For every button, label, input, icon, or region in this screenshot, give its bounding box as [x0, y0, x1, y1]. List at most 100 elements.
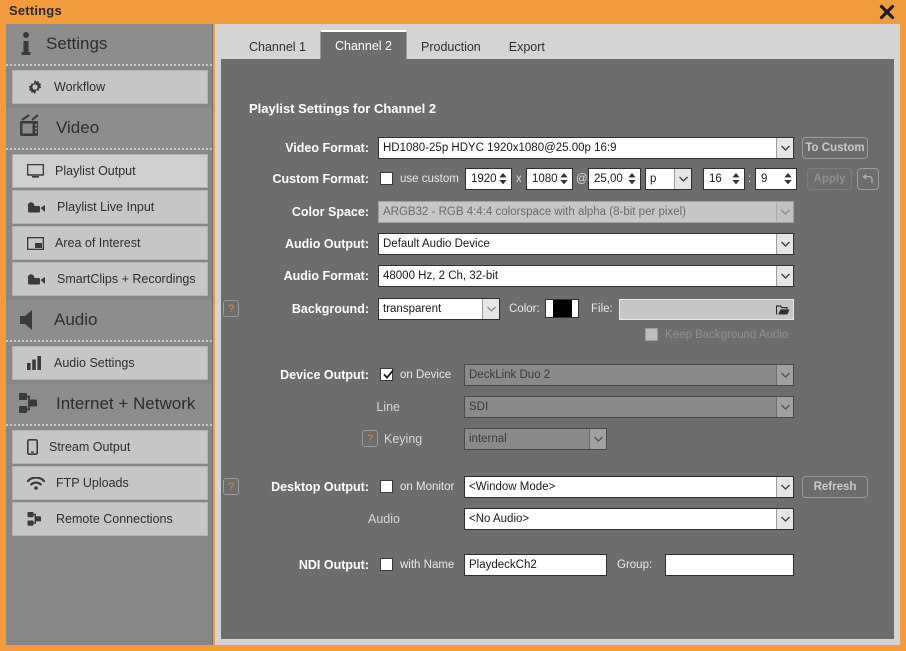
custom-fps-stepper[interactable]: 25,00: [588, 168, 641, 190]
ndi-group-label: Group:: [617, 559, 653, 571]
sidebar-item-stream-output[interactable]: Stream Output: [12, 430, 208, 464]
revert-arrow-icon[interactable]: [857, 168, 879, 190]
frame-icon: [27, 236, 44, 250]
custom-height-stepper[interactable]: 1080: [526, 168, 573, 190]
audio-output-combo[interactable]: Default Audio Device: [378, 233, 794, 255]
device-keying-label: Keying: [384, 432, 423, 446]
color-space-combo[interactable]: ARGB32 - RGB 4:4:4 colorspace with alpha…: [378, 201, 794, 223]
tab-production[interactable]: Production: [407, 34, 495, 59]
ndi-group-input[interactable]: [665, 554, 794, 576]
tab-export[interactable]: Export: [495, 34, 559, 59]
check-icon: [383, 369, 394, 379]
ndi-output-label: NDI Output:: [298, 558, 369, 572]
audio-format-value: 48000 Hz, 2 Ch, 32-bit: [383, 270, 499, 282]
use-custom-checkbox[interactable]: [380, 172, 393, 185]
network-icon: [18, 391, 44, 417]
audio-format-label: Audio Format:: [283, 269, 369, 283]
sidebar-item-label: SmartClips + Recordings: [57, 272, 196, 286]
row-keep-background-audio: Keep Background Audio: [221, 324, 894, 346]
to-custom-button[interactable]: To Custom: [802, 137, 868, 159]
stepper-arrows-icon[interactable]: [730, 169, 744, 189]
camera-icon: [27, 201, 46, 214]
sidebar-item-playlist-live-input[interactable]: Playlist Live Input: [12, 190, 208, 224]
speaker-icon: [18, 309, 42, 331]
row-device-output: Device Output: on Device DeckLink Duo 2: [221, 364, 894, 386]
tv-icon: [18, 114, 44, 142]
row-audio-format: Audio Format: 48000 Hz, 2 Ch, 32-bit: [221, 265, 894, 287]
custom-fps-value: 25,00: [594, 173, 623, 185]
sidebar-item-audio-settings[interactable]: Audio Settings: [12, 346, 208, 380]
monitor-icon: [27, 164, 44, 178]
info-icon: [18, 31, 34, 57]
help-icon[interactable]: ?: [362, 430, 378, 447]
ndi-name-input[interactable]: PlaydeckCh2: [464, 554, 607, 576]
row-device-keying: ? Keying internal: [221, 428, 894, 450]
monitor-combo[interactable]: <Window Mode>: [464, 476, 794, 498]
folder-open-icon[interactable]: [776, 304, 790, 316]
page-title: Playlist Settings for Channel 2: [249, 101, 437, 116]
color-swatch-fill: [553, 300, 572, 317]
rate-separator: @: [576, 173, 588, 185]
keep-background-audio-checkbox[interactable]: [645, 328, 658, 341]
row-background: ? Background: transparent Color: File:: [221, 298, 894, 320]
stepper-arrows-icon[interactable]: [558, 169, 572, 189]
sidebar-group-audio: Audio: [6, 300, 212, 342]
sidebar-item-label: Area of Interest: [55, 236, 141, 250]
sidebar-item-area-of-interest[interactable]: Area of Interest: [12, 226, 208, 260]
tab-channel-2[interactable]: Channel 2: [320, 30, 407, 59]
device-keying-value: internal: [469, 433, 507, 445]
device-combo[interactable]: DeckLink Duo 2: [464, 364, 794, 386]
sidebar-item-label: Workflow: [54, 80, 106, 94]
custom-scan-combo[interactable]: p: [645, 168, 692, 190]
sidebar-item-label: Remote Connections: [56, 512, 173, 526]
panel-inner: Channel 1 Channel 2 Production Export Pl…: [221, 30, 894, 639]
row-ndi-output: NDI Output: with Name PlaydeckCh2 Group:: [221, 554, 894, 576]
refresh-button[interactable]: Refresh: [802, 476, 868, 498]
help-icon[interactable]: ?: [223, 478, 239, 495]
sidebar-item-workflow[interactable]: Workflow: [12, 70, 208, 104]
gear-icon: [27, 79, 43, 95]
custom-format-label: Custom Format:: [272, 172, 369, 186]
audio-format-combo[interactable]: 48000 Hz, 2 Ch, 32-bit: [378, 265, 794, 287]
device-line-combo[interactable]: SDI: [464, 396, 794, 418]
custom-width-stepper[interactable]: 1920: [465, 168, 512, 190]
tab-channel-1[interactable]: Channel 1: [235, 34, 320, 59]
sidebar-item-ftp-uploads[interactable]: FTP Uploads: [12, 466, 208, 500]
on-monitor-checkbox[interactable]: [380, 480, 393, 493]
background-mode-combo[interactable]: transparent: [378, 298, 500, 320]
desktop-audio-combo[interactable]: <No Audio>: [464, 508, 794, 530]
row-desktop-audio: Audio <No Audio>: [221, 508, 894, 530]
chevron-down-icon: [589, 429, 606, 449]
chevron-down-icon: [776, 266, 793, 286]
sidebar-group-internet-network: Internet + Network: [6, 384, 212, 426]
aspect-width-stepper[interactable]: 16: [703, 168, 745, 190]
sidebar-item-smartclips-recordings[interactable]: SmartClips + Recordings: [12, 262, 208, 296]
chevron-down-icon: [776, 397, 793, 417]
on-device-checkbox[interactable]: [380, 368, 394, 381]
sidebar-item-label: FTP Uploads: [56, 476, 129, 490]
window-titlebar: Settings: [0, 0, 906, 24]
chevron-down-icon: [776, 365, 793, 385]
help-icon[interactable]: ?: [223, 300, 239, 317]
aspect-separator: :: [748, 173, 752, 185]
background-label: Background:: [291, 302, 369, 316]
content-panel: Channel 1 Channel 2 Production Export Pl…: [215, 24, 900, 645]
on-monitor-label: on Monitor: [400, 481, 455, 493]
color-space-label: Color Space:: [291, 205, 369, 219]
video-format-combo[interactable]: HD1080-25p HDYC 1920x1080@25.00p 16:9: [378, 137, 794, 159]
row-color-space: Color Space: ARGB32 - RGB 4:4:4 colorspa…: [221, 201, 894, 223]
stepper-arrows-icon[interactable]: [497, 169, 511, 189]
ndi-with-name-checkbox[interactable]: [380, 558, 393, 571]
background-color-swatch[interactable]: [545, 299, 579, 318]
sidebar-item-playlist-output[interactable]: Playlist Output: [12, 154, 208, 188]
background-file-input[interactable]: [619, 299, 794, 320]
device-keying-combo[interactable]: internal: [464, 428, 607, 450]
device-value: DeckLink Duo 2: [469, 369, 551, 381]
apply-button[interactable]: Apply: [807, 168, 852, 190]
stepper-arrows-icon[interactable]: [782, 169, 796, 189]
stepper-arrows-icon[interactable]: [626, 169, 640, 189]
aspect-height-stepper[interactable]: 9: [755, 168, 797, 190]
close-icon[interactable]: [874, 1, 900, 23]
chevron-down-icon: [776, 234, 793, 254]
sidebar-item-remote-connections[interactable]: Remote Connections: [12, 502, 208, 536]
